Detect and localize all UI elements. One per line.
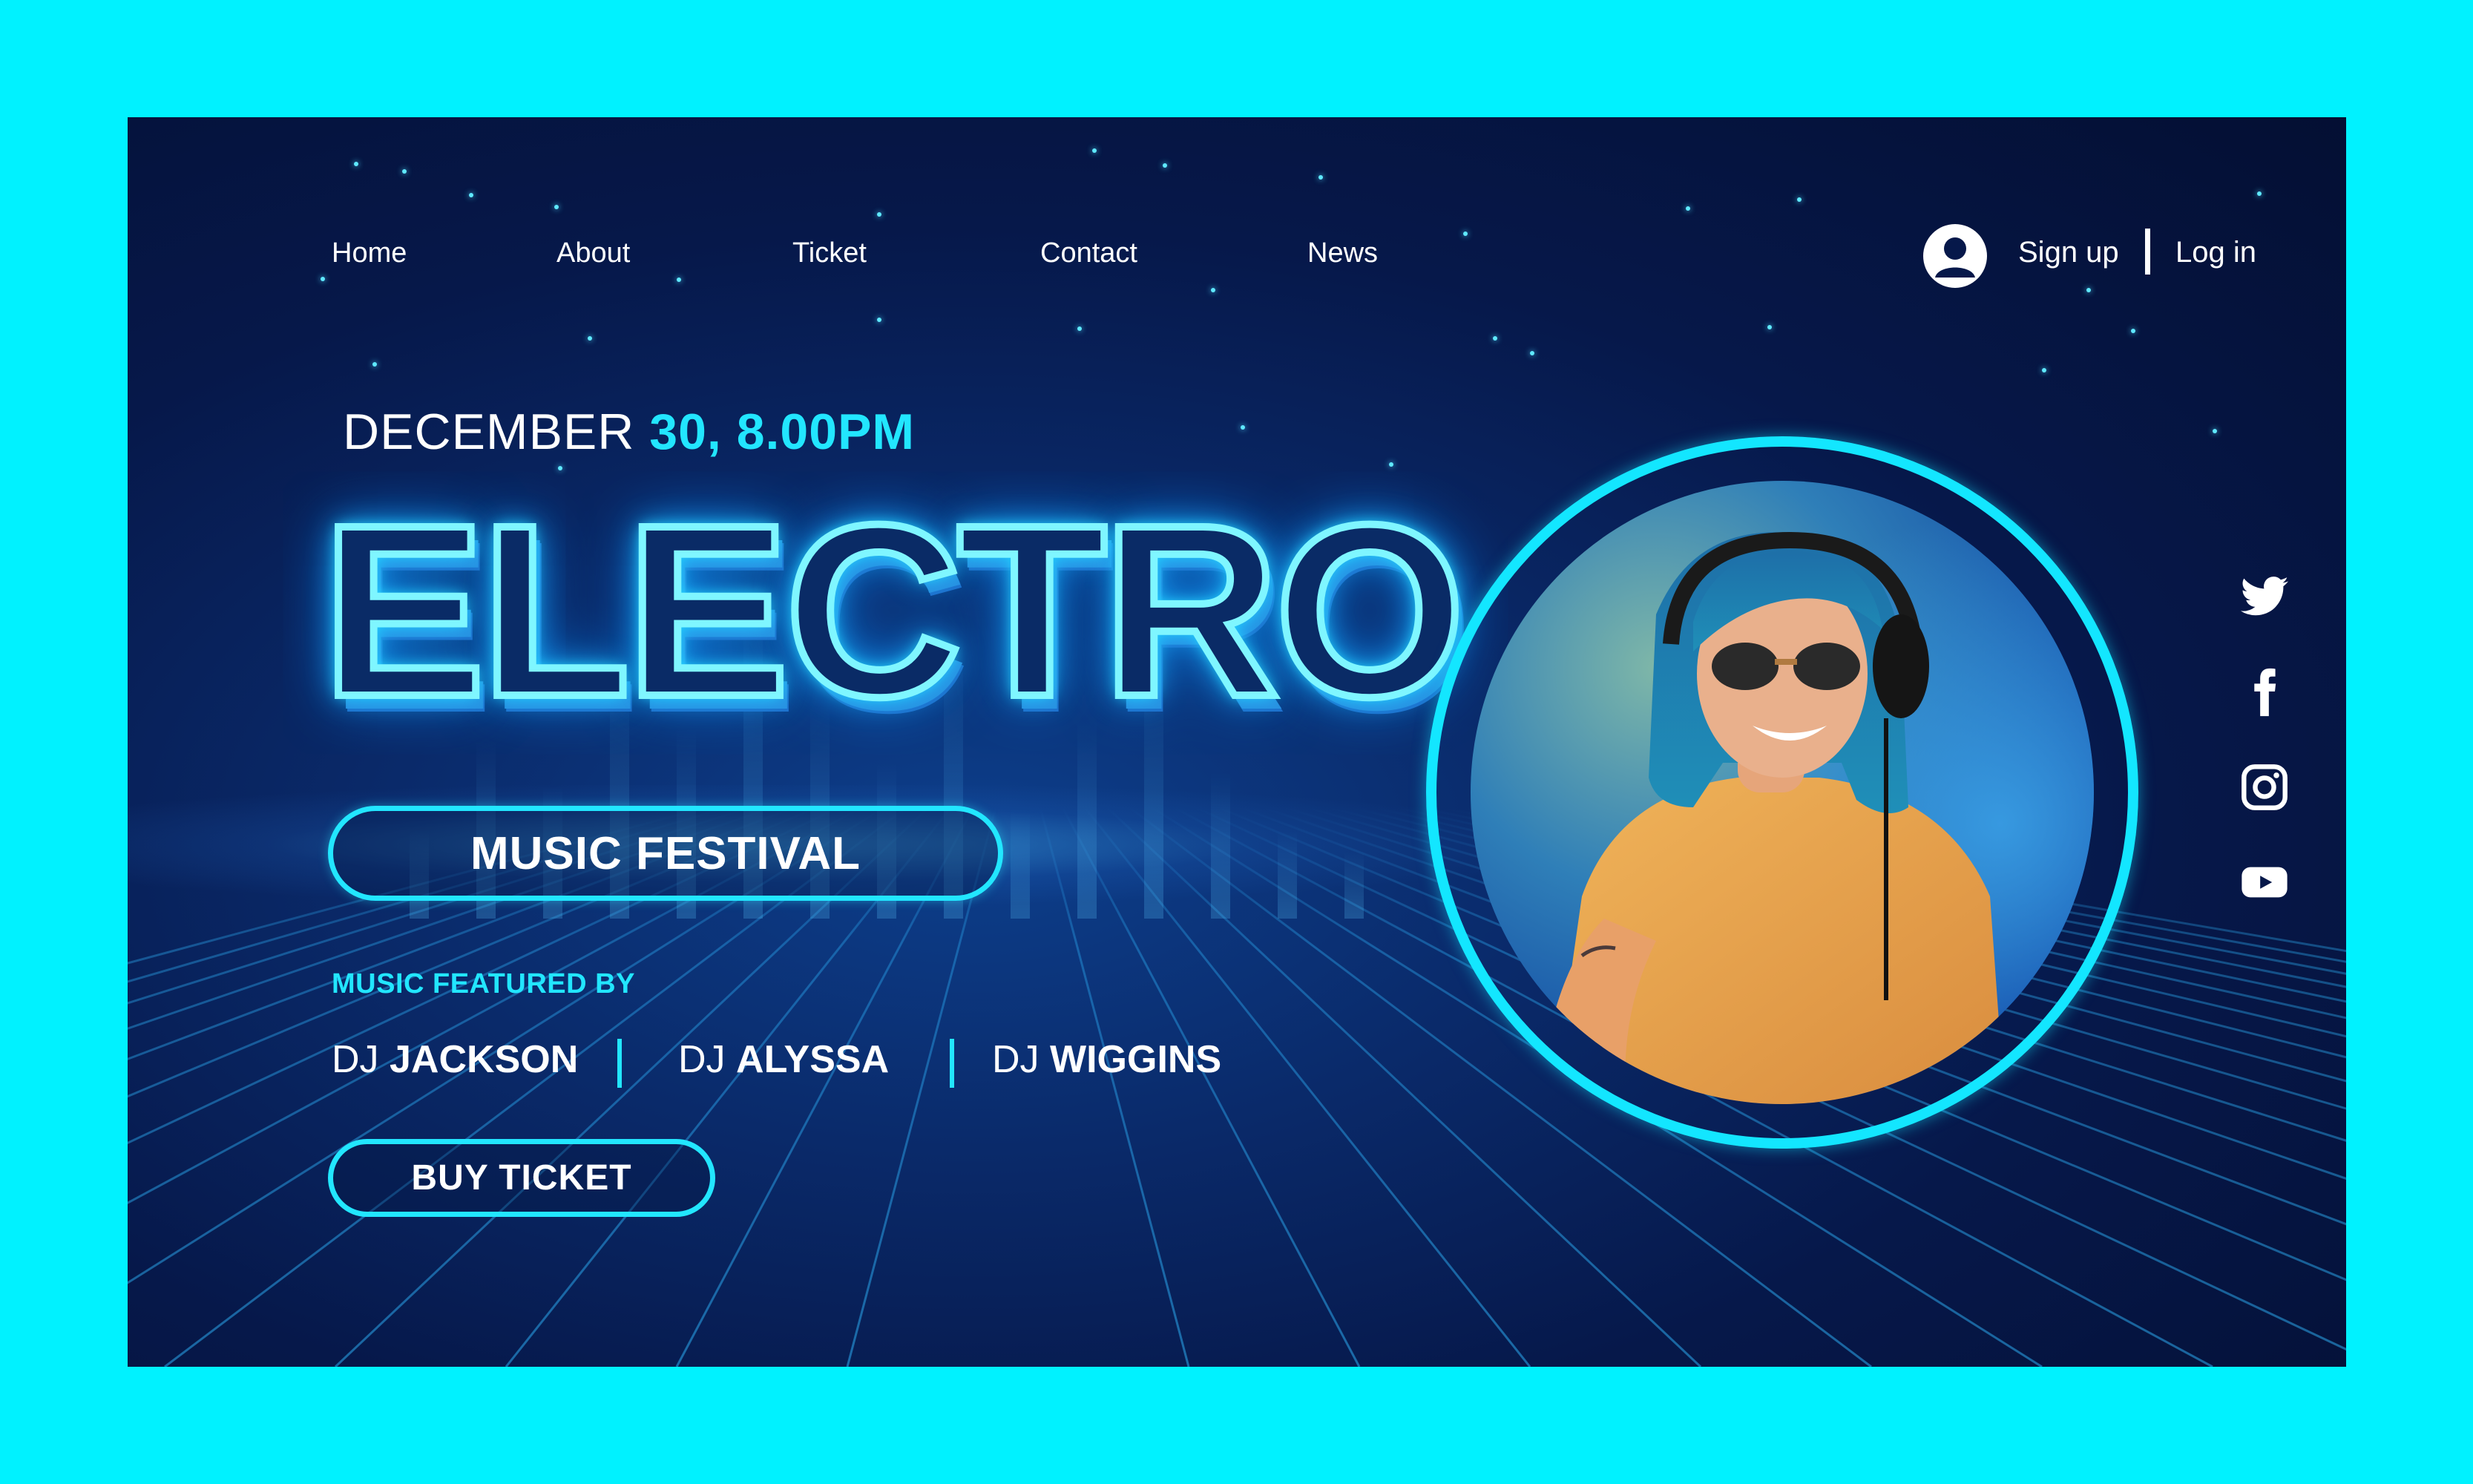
- event-date: DECEMBER 30, 8.00PM: [343, 403, 915, 461]
- auth-divider: [2145, 229, 2150, 275]
- star: [1493, 336, 1497, 341]
- star: [1163, 163, 1167, 168]
- star: [588, 336, 592, 341]
- dj-photo: [1471, 481, 2094, 1104]
- nav-home-link[interactable]: Home: [332, 237, 407, 269]
- star: [558, 466, 562, 470]
- star: [2131, 329, 2135, 333]
- facebook-icon[interactable]: [2239, 666, 2290, 718]
- youtube-icon[interactable]: [2239, 856, 2290, 908]
- dj-name: JACKSON: [390, 1038, 579, 1081]
- buy-ticket-label: BUY TICKET: [411, 1158, 632, 1198]
- star: [469, 193, 473, 197]
- dj-item: DJ WIGGINS: [992, 1037, 1221, 1082]
- nav-contact-link[interactable]: Contact: [1040, 237, 1137, 269]
- star: [1318, 175, 1323, 180]
- star: [2042, 368, 2046, 372]
- star: [1092, 148, 1097, 153]
- star: [554, 205, 559, 209]
- star: [354, 162, 358, 166]
- log-in-link[interactable]: Log in: [2175, 236, 2256, 269]
- festival-subtitle-badge: MUSIC FESTIVAL: [328, 806, 1003, 901]
- twitter-icon[interactable]: [2239, 571, 2290, 623]
- user-avatar-icon[interactable]: [1923, 224, 1987, 288]
- star: [877, 212, 881, 217]
- dj-item: DJ ALYSSA: [678, 1037, 889, 1082]
- star: [321, 277, 325, 281]
- star: [1767, 325, 1772, 329]
- sign-up-link[interactable]: Sign up: [2018, 236, 2119, 269]
- star: [1241, 425, 1245, 430]
- dj-divider: [617, 1039, 622, 1088]
- dj-name: WIGGINS: [1050, 1038, 1222, 1081]
- dj-item: DJ JACKSON: [332, 1037, 578, 1082]
- featured-label: MUSIC FEATURED BY: [332, 968, 635, 999]
- star: [2213, 429, 2217, 433]
- nav-ticket-link[interactable]: Ticket: [792, 237, 867, 269]
- dj-prefix: DJ: [678, 1038, 726, 1081]
- star: [1463, 232, 1468, 236]
- dj-prefix: DJ: [992, 1038, 1040, 1081]
- star: [1797, 197, 1802, 202]
- festival-subtitle: MUSIC FESTIVAL: [470, 827, 861, 879]
- star: [402, 169, 407, 174]
- star: [677, 278, 681, 282]
- star: [1211, 288, 1215, 292]
- date-day-time: 30, 8.00PM: [649, 404, 916, 460]
- event-title: ELECTRO: [318, 473, 1469, 747]
- dj-divider: [950, 1039, 954, 1088]
- star: [2257, 191, 2262, 196]
- star: [1389, 462, 1393, 467]
- star: [877, 318, 881, 322]
- nav-about-link[interactable]: About: [556, 237, 630, 269]
- dj-prefix: DJ: [332, 1038, 379, 1081]
- buy-ticket-button[interactable]: BUY TICKET: [328, 1139, 715, 1217]
- star: [1077, 326, 1082, 331]
- landing-page: Home About Ticket Contact News Sign up L…: [128, 117, 2346, 1367]
- star: [372, 362, 377, 367]
- instagram-icon[interactable]: [2239, 761, 2290, 813]
- star: [1530, 351, 1534, 355]
- date-month: DECEMBER: [343, 404, 635, 460]
- star: [1686, 206, 1690, 211]
- star: [2086, 288, 2091, 292]
- dj-name: ALYSSA: [736, 1038, 890, 1081]
- nav-news-link[interactable]: News: [1307, 237, 1378, 269]
